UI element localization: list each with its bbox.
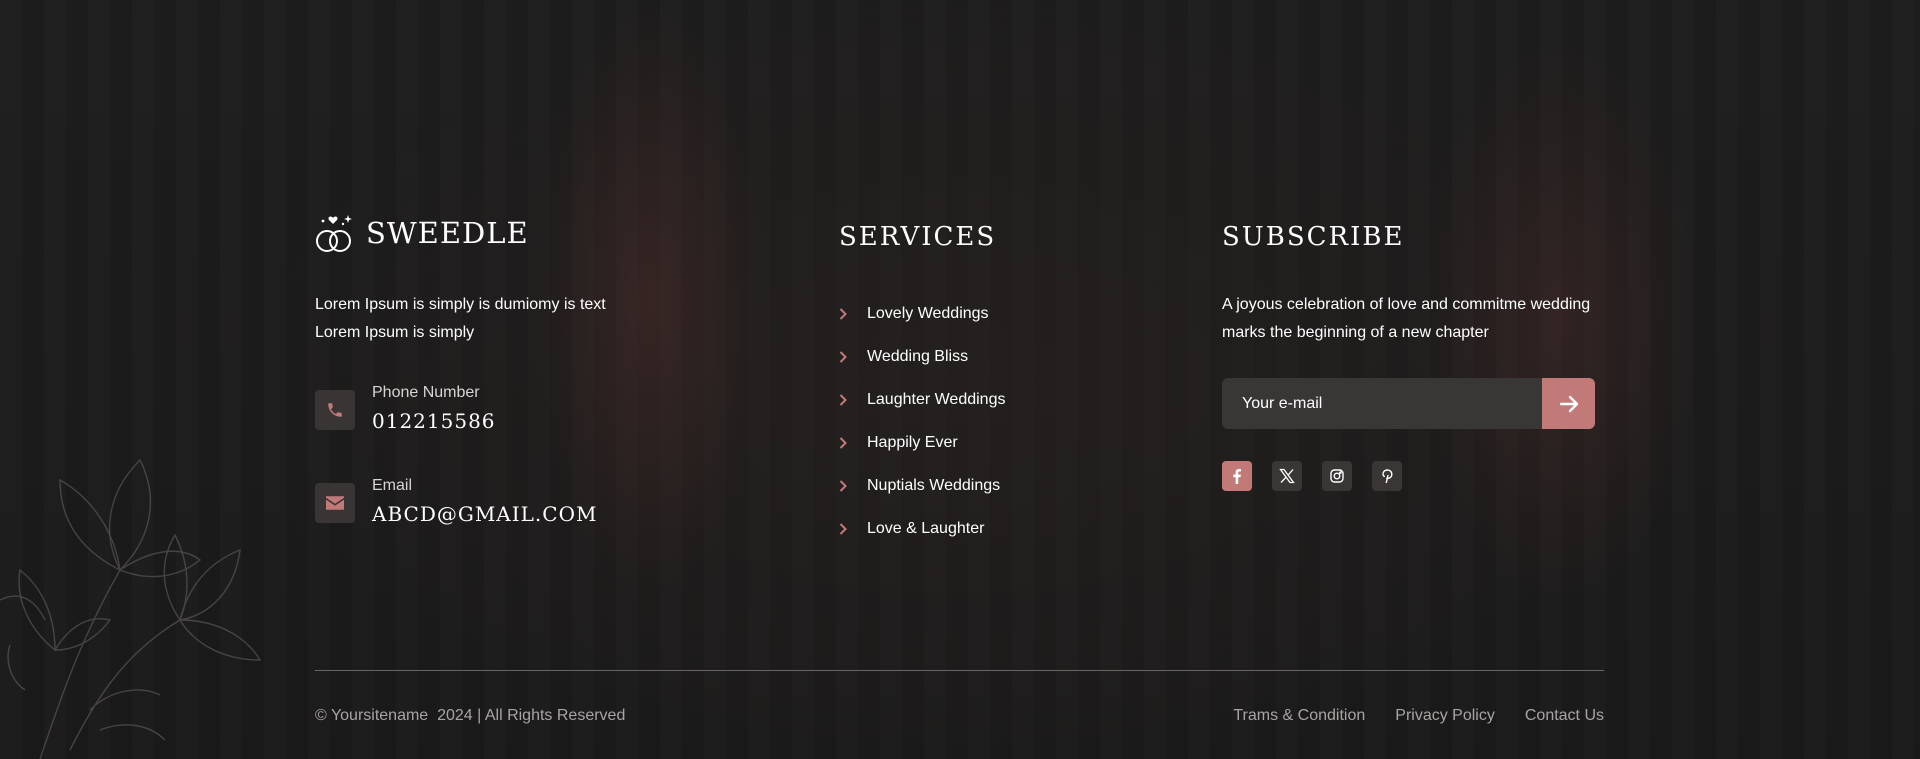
subscribe-submit-button[interactable] [1542, 378, 1595, 429]
service-label: Love & Laughter [867, 519, 985, 537]
site-footer: SWEEDLE Lorem Ipsum is simply is dumiomy… [0, 0, 1920, 759]
service-link[interactable]: Wedding Bliss [839, 335, 1005, 378]
contact-us-link[interactable]: Contact Us [1525, 707, 1604, 725]
facebook-icon[interactable] [1222, 461, 1252, 491]
service-link[interactable]: Love & Laughter [839, 507, 1005, 550]
email-address[interactable]: ABCD@GMAIL.COM [372, 502, 597, 526]
chevron-right-icon [839, 479, 859, 492]
subscribe-description: A joyous celebration of love and commitm… [1222, 296, 1591, 341]
contact-email: Email ABCD@GMAIL.COM [315, 476, 597, 526]
service-link[interactable]: Happily Ever [839, 421, 1005, 464]
social-links [1222, 461, 1402, 491]
privacy-policy-link[interactable]: Privacy Policy [1395, 707, 1495, 725]
brand-logo[interactable]: SWEEDLE [314, 212, 529, 254]
email-label: Email [372, 477, 413, 494]
service-label: Laughter Weddings [867, 390, 1006, 408]
arrow-right-icon [1559, 395, 1578, 412]
services-heading: SERVICES [839, 222, 997, 252]
service-label: Wedding Bliss [867, 347, 969, 365]
wedding-rings-icon [316, 215, 352, 252]
copyright-text: © Yoursitename 2024 | All Rights Reserve… [315, 707, 626, 724]
phone-icon [315, 390, 355, 430]
pinterest-icon[interactable] [1372, 461, 1402, 491]
subscribe-form [1222, 378, 1595, 429]
footer-divider [315, 670, 1604, 671]
contact-phone: Phone Number 012215586 [315, 383, 496, 433]
footer-legal-links: Trams & Condition Privacy Policy Contact… [1233, 707, 1604, 725]
service-link[interactable]: Nuptials Weddings [839, 464, 1005, 507]
chevron-right-icon [839, 350, 859, 363]
chevron-right-icon [839, 393, 859, 406]
services-list: Lovely Weddings Wedding Bliss Laughter W… [839, 292, 1005, 550]
service-link[interactable]: Lovely Weddings [839, 292, 1005, 335]
chevron-right-icon [839, 522, 859, 535]
service-link[interactable]: Laughter Weddings [839, 378, 1005, 421]
brand-name: SWEEDLE [366, 216, 529, 250]
email-input[interactable] [1222, 378, 1542, 429]
subscribe-heading: SUBSCRIBE [1222, 222, 1405, 252]
service-label: Lovely Weddings [867, 304, 989, 322]
envelope-icon [315, 483, 355, 523]
phone-number[interactable]: 012215586 [372, 409, 496, 433]
phone-label: Phone Number [372, 384, 480, 401]
service-label: Nuptials Weddings [867, 476, 1001, 494]
brand-about-text: Lorem Ipsum is simply is dumiomy is text… [315, 296, 606, 341]
chevron-right-icon [839, 436, 859, 449]
instagram-icon[interactable] [1322, 461, 1352, 491]
terms-link[interactable]: Trams & Condition [1233, 707, 1365, 725]
service-label: Happily Ever [867, 433, 958, 451]
x-twitter-icon[interactable] [1272, 461, 1302, 491]
chevron-right-icon [839, 307, 859, 320]
